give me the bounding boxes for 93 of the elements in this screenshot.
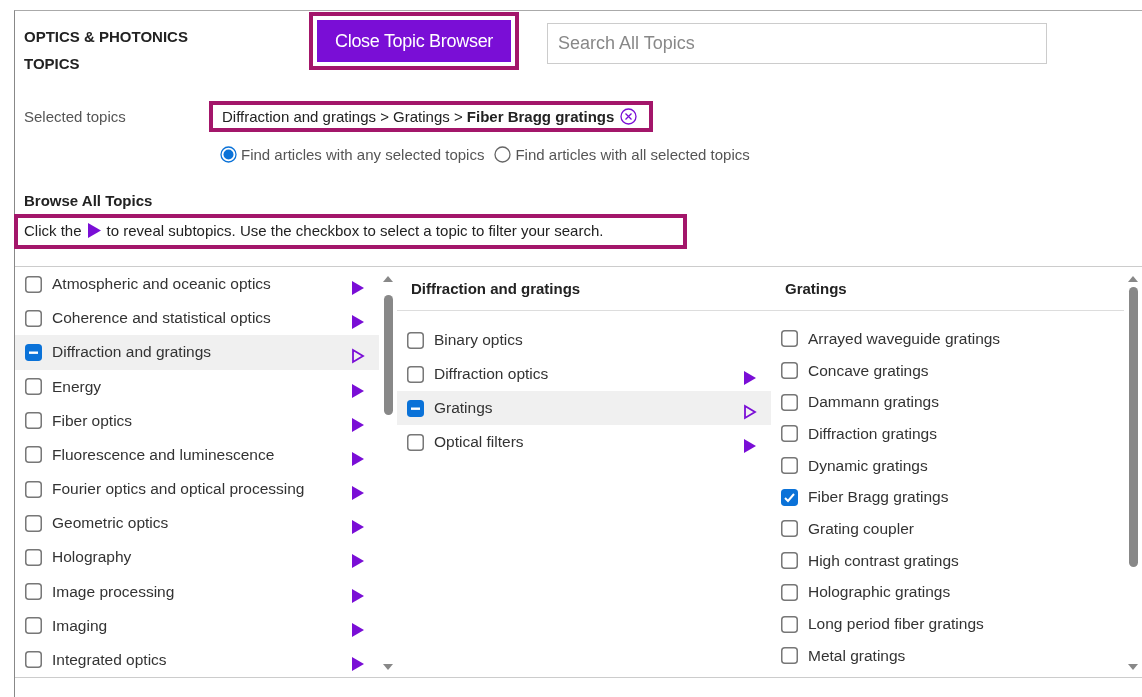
topic-row[interactable]: Gratings (396, 391, 771, 425)
topic-label: Concave gratings (808, 361, 930, 380)
checkbox[interactable] (406, 331, 424, 349)
checkbox[interactable] (781, 488, 798, 506)
hint-text: to reveal subtopics. Use the checkbox to select a topic to filter your search. (106, 222, 604, 239)
checkbox[interactable] (25, 583, 42, 601)
topic-label: Coherence and statistical optics (52, 309, 272, 328)
scroll-down-icon[interactable] (382, 663, 394, 671)
expand-arrow-icon[interactable] (743, 370, 757, 386)
checkbox[interactable] (25, 514, 42, 532)
remove-icon[interactable] (620, 108, 638, 125)
panel-title: OPTICS & PHOTONICS TOPICS (24, 27, 189, 74)
topic-label: Integrated optics (52, 650, 168, 669)
column-heading: Diffraction and gratings (410, 280, 581, 297)
topic-label: High contrast gratings (808, 551, 960, 570)
radio-button[interactable] (494, 145, 512, 163)
checkbox[interactable] (781, 457, 798, 475)
topic-label: Atmospheric and oceanic optics (52, 275, 272, 294)
topic-label: Dynamic gratings (808, 456, 929, 475)
selected-topics-label: Selected topics (24, 108, 127, 125)
topic-label: Grating coupler (808, 519, 915, 538)
checkbox[interactable] (406, 365, 424, 383)
radio-label: Find articles with any selected topics (241, 145, 485, 163)
topic-label: Metal gratings (808, 646, 907, 665)
scroll-up-icon[interactable] (382, 275, 394, 283)
checkbox[interactable] (781, 330, 798, 348)
topic-label: Arrayed waveguide gratings (808, 329, 1002, 348)
checkbox[interactable] (25, 480, 42, 498)
section-title: Browse All Topics (23, 191, 154, 209)
checkbox[interactable] (781, 362, 798, 380)
selected-topic-path: Diffraction and gratings > Gratings > Fiber Bragg gratings (222, 108, 615, 125)
checkbox[interactable] (781, 393, 798, 411)
expand-arrow-icon[interactable] (743, 438, 757, 454)
checkbox[interactable] (25, 378, 42, 396)
topic-label: Image processing (52, 582, 176, 601)
topic-label: Diffraction and gratings (52, 343, 213, 362)
topic-label: Fluorescence and luminescence (52, 445, 276, 464)
hint-text: Click the (24, 222, 82, 239)
play-arrow-icon (87, 223, 101, 238)
checkbox[interactable] (781, 520, 798, 538)
close-browser-button[interactable]: Close Topic Browser (317, 20, 512, 62)
search-field[interactable]: Search All Topics (547, 23, 1048, 64)
checkbox[interactable] (406, 399, 424, 417)
scroll-up-icon[interactable] (1127, 275, 1140, 283)
radio-label: Find articles with all selected topics (515, 145, 750, 163)
scroll-down-icon[interactable] (1127, 663, 1140, 671)
expand-arrow-icon[interactable] (743, 404, 757, 420)
topic-row[interactable]: Diffraction and gratings (15, 335, 380, 370)
expand-arrow-icon[interactable] (351, 621, 366, 638)
radio-button[interactable] (220, 145, 237, 163)
topic-label: Diffraction optics (433, 365, 550, 383)
checkbox[interactable] (25, 309, 42, 327)
checkbox[interactable] (781, 552, 798, 570)
topic-label: Gratings (433, 399, 494, 417)
topic-label: Fourier optics and optical processing (52, 480, 306, 499)
column-heading: Gratings (785, 280, 847, 297)
checkbox[interactable] (25, 651, 42, 669)
expand-arrow-icon[interactable] (351, 314, 366, 331)
checkbox[interactable] (781, 583, 798, 601)
topic-label: Holography (52, 548, 133, 567)
checkbox[interactable] (25, 617, 42, 635)
topic-label: Long period fiber gratings (808, 615, 985, 634)
checkbox[interactable] (25, 412, 42, 430)
topic-label: Fiber optics (52, 411, 134, 430)
topic-label: Geometric optics (52, 514, 170, 533)
topic-label: Energy (52, 377, 103, 396)
expand-arrow-icon[interactable] (351, 348, 366, 365)
checkbox[interactable] (25, 275, 42, 293)
expand-arrow-icon[interactable] (351, 450, 366, 467)
scrollbar-thumb[interactable] (1128, 287, 1138, 567)
expand-arrow-icon[interactable] (351, 553, 366, 570)
scrollbar-thumb[interactable] (383, 295, 393, 415)
checkbox[interactable] (25, 446, 42, 464)
expand-arrow-icon[interactable] (351, 519, 366, 536)
topic-label: Dammann gratings (808, 393, 940, 412)
topic-label: Binary optics (433, 331, 524, 349)
expand-arrow-icon[interactable] (351, 416, 366, 433)
expand-arrow-icon[interactable] (351, 280, 366, 297)
topic-label: Imaging (52, 616, 109, 635)
checkbox[interactable] (406, 433, 424, 451)
topic-label: Fiber Bragg gratings (808, 488, 950, 507)
expand-arrow-icon[interactable] (351, 655, 366, 672)
checkbox[interactable] (25, 343, 42, 361)
expand-arrow-icon[interactable] (351, 587, 366, 604)
expand-arrow-icon[interactable] (351, 382, 366, 399)
topic-label: Diffraction gratings (808, 424, 938, 443)
expand-arrow-icon[interactable] (351, 485, 366, 502)
topic-label: Optical filters (433, 433, 525, 451)
checkbox[interactable] (781, 425, 798, 443)
topic-label: Holographic gratings (808, 583, 952, 602)
checkbox[interactable] (781, 647, 798, 665)
checkbox[interactable] (25, 548, 42, 566)
checkbox[interactable] (781, 615, 798, 633)
